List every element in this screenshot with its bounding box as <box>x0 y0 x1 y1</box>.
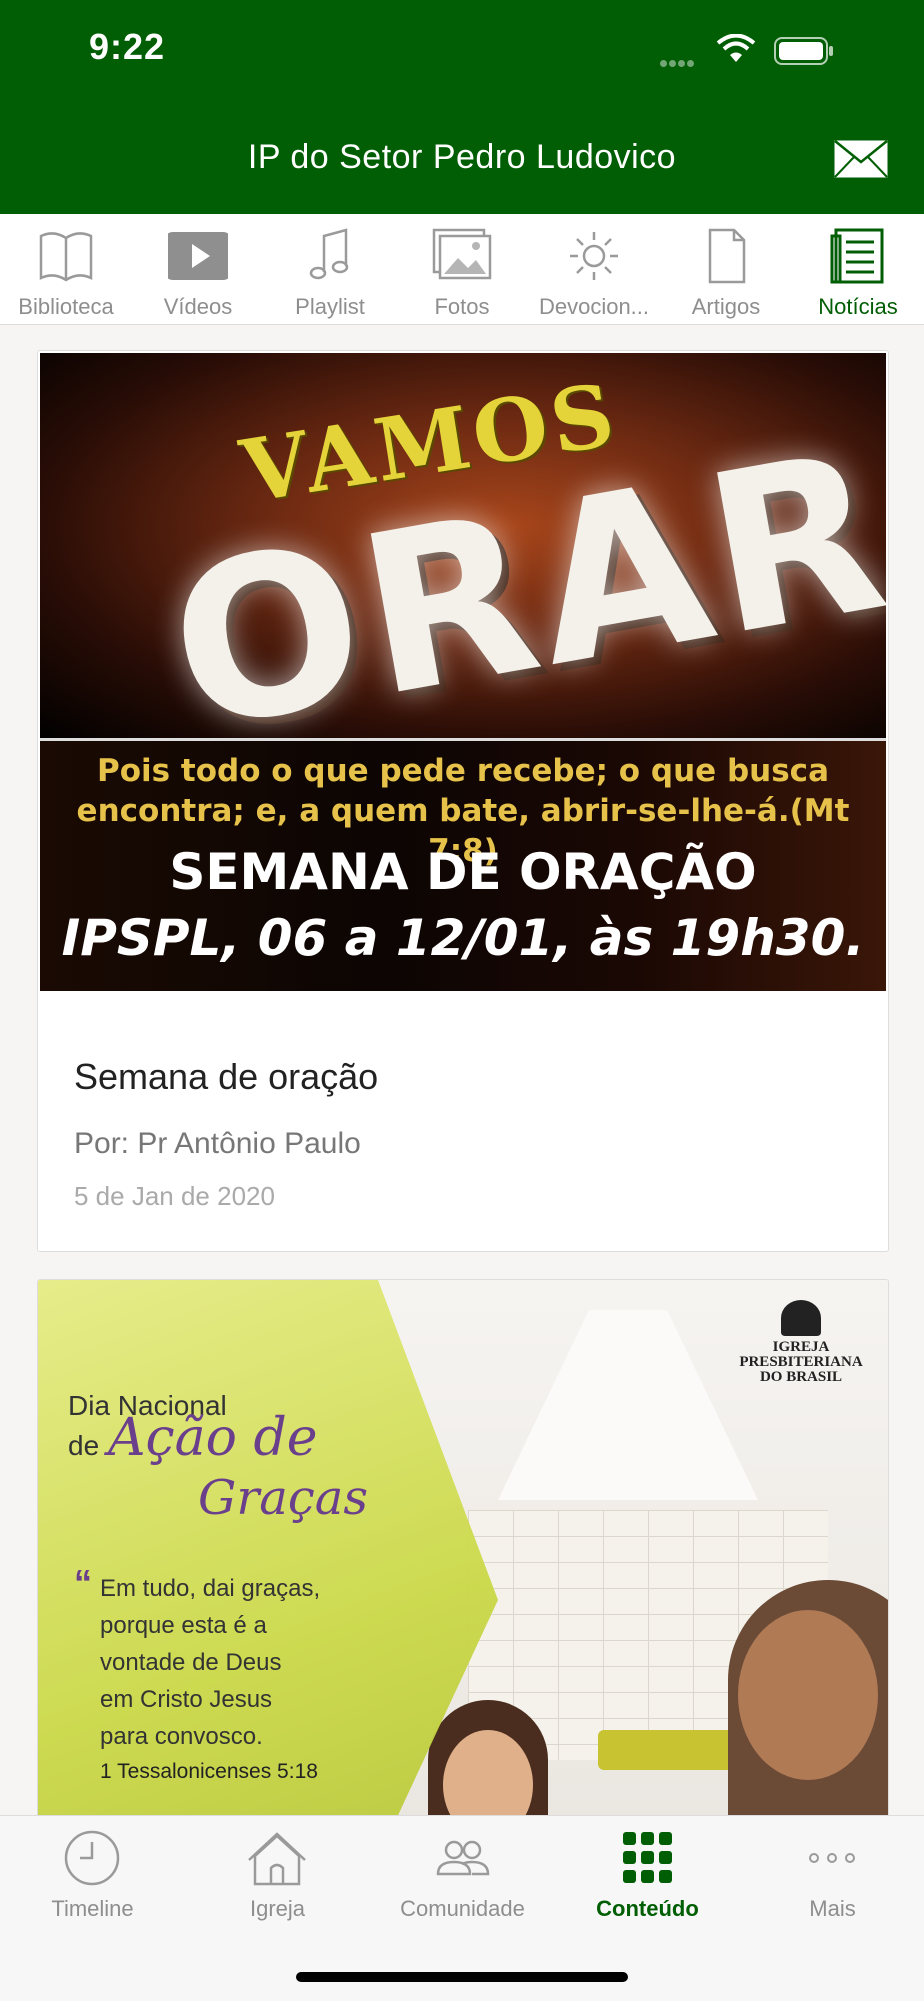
crest-icon <box>781 1300 821 1336</box>
tab-comunidade[interactable]: Comunidade <box>370 1816 555 1936</box>
tab-timeline[interactable]: Timeline <box>0 1816 185 1936</box>
status-icons <box>660 34 880 67</box>
book-icon <box>39 232 93 282</box>
post-date: 5 de Jan de 2020 <box>74 1181 275 1211</box>
tab-artigos[interactable]: Artigos <box>660 214 792 324</box>
tab-conteudo[interactable]: Conteúdo <box>555 1816 740 1936</box>
tab-biblioteca[interactable]: Biblioteca <box>0 214 132 324</box>
church-icon <box>248 1832 306 1886</box>
banner-heading-de: de <box>68 1430 100 1461</box>
newspaper-icon <box>830 228 884 284</box>
banner-quote: Em tudo, dai graças, porque esta é a von… <box>100 1575 321 1750</box>
more-icon <box>809 1853 855 1863</box>
battery-icon <box>774 37 833 65</box>
news-card[interactable]: IGREJA PRESBITERIANA DO BRASIL Dia Nacio… <box>37 1279 889 1815</box>
post-image: IGREJA PRESBITERIANA DO BRASIL Dia Nacio… <box>38 1280 888 1815</box>
tab-videos[interactable]: Vídeos <box>132 214 264 324</box>
news-feed[interactable]: VAMOS ORAR Pois todo o que pede recebe; … <box>0 325 924 1815</box>
music-note-icon <box>309 228 349 280</box>
sun-icon <box>570 232 618 280</box>
wifi-icon <box>716 34 756 62</box>
tab-mais[interactable]: Mais <box>740 1816 924 1936</box>
status-time: 9:22 <box>89 26 166 67</box>
signal-icon <box>660 54 696 72</box>
banner-date: IPSPL, 06 a 12/01, às 19h30. <box>61 909 865 967</box>
post-title: Semana de oração <box>74 1056 379 1097</box>
photos-icon <box>432 228 492 280</box>
content-tabs: Biblioteca Vídeos Playlist Fotos Devocio… <box>0 214 924 325</box>
banner-reference: 1 Tessalonicenses 5:18 <box>100 1760 318 1783</box>
clock-icon <box>64 1830 120 1886</box>
post-author: Por: Pr Antônio Paulo <box>74 1127 361 1160</box>
tab-playlist[interactable]: Playlist <box>264 214 396 324</box>
tab-devocionais[interactable]: Devocion... <box>528 214 660 324</box>
home-indicator <box>296 1972 628 1982</box>
tab-noticias[interactable]: Notícias <box>792 214 924 324</box>
tab-fotos[interactable]: Fotos <box>396 214 528 324</box>
post-image: VAMOS ORAR Pois todo o que pede recebe; … <box>40 353 886 991</box>
page-title: IP do Setor Pedro Ludovico <box>247 138 677 176</box>
tab-igreja[interactable]: Igreja <box>185 1816 370 1936</box>
grid-icon <box>623 1832 672 1883</box>
banner-script: Ação de <box>108 1408 318 1468</box>
play-icon <box>168 232 228 280</box>
quote-mark-icon: “ <box>74 1562 92 1603</box>
banner-week: SEMANA DE ORAÇÃO <box>169 843 757 901</box>
document-icon <box>708 228 746 284</box>
people-icon <box>436 1840 490 1876</box>
mail-icon[interactable] <box>834 140 888 178</box>
news-card[interactable]: VAMOS ORAR Pois todo o que pede recebe; … <box>37 350 889 1252</box>
church-logo: IGREJA PRESBITERIANA DO BRASIL <box>736 1300 866 1385</box>
banner-script: Graças <box>198 1470 369 1526</box>
navigation-bar: 9:22 IP do Setor Pedro Ludovico <box>0 0 924 214</box>
